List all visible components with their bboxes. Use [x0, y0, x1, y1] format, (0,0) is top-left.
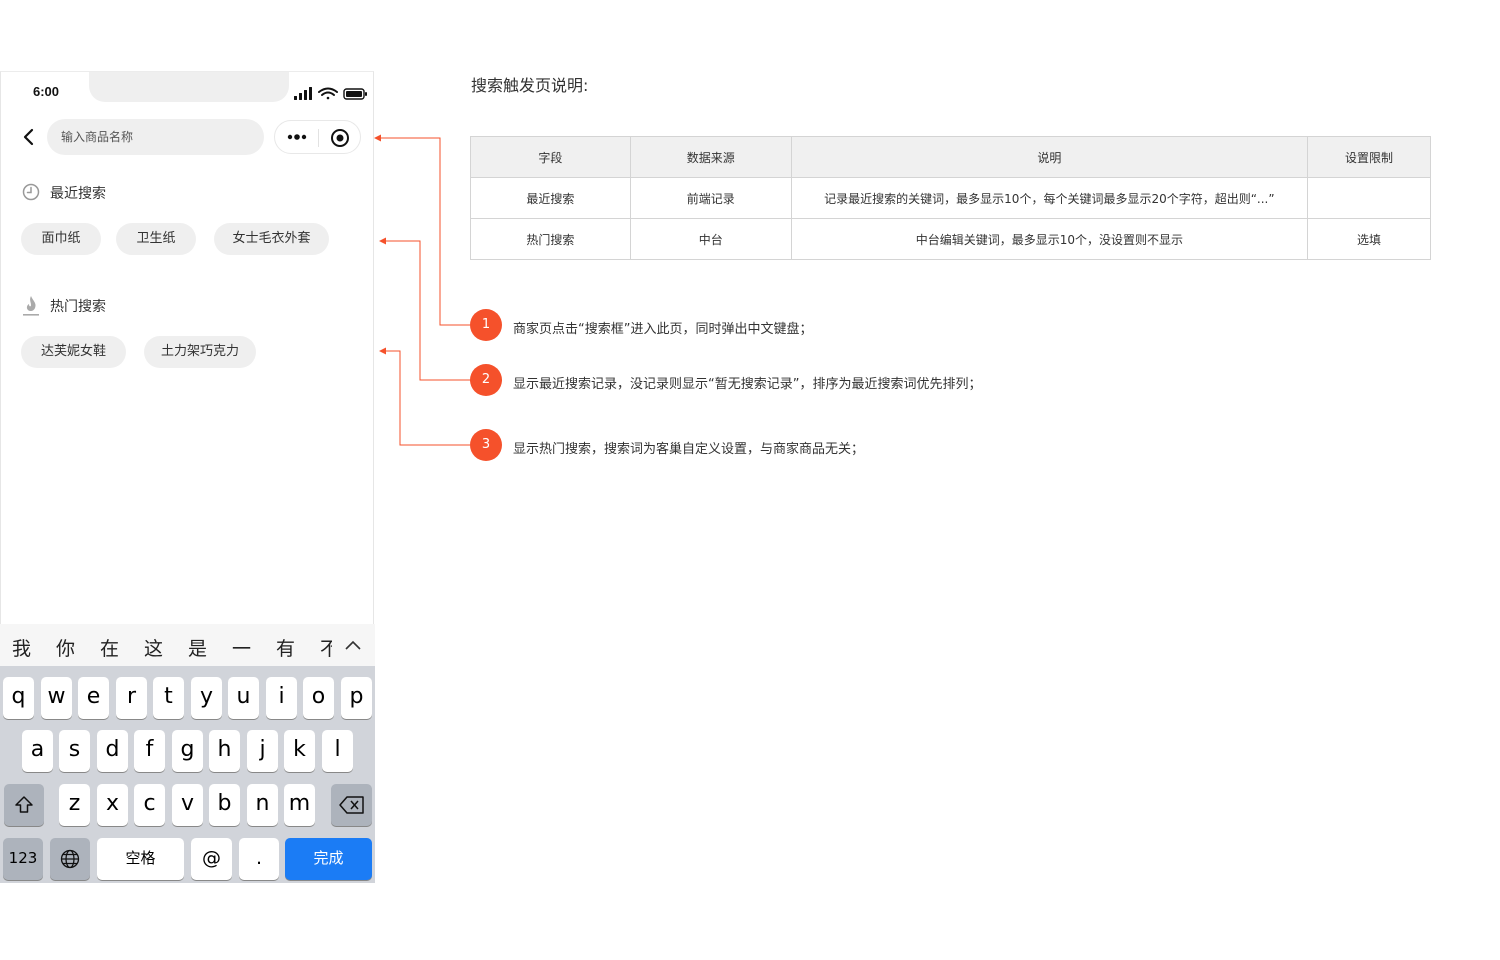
- arrow-head-icon: [374, 134, 381, 142]
- connector-line-2: [385, 240, 470, 381]
- note-text-2: 显示最近搜索记录，没记录则显示“暂无搜索记录”，排序为最近搜索词优先排列；: [513, 377, 982, 392]
- connector-line-1: [380, 137, 470, 326]
- arrow-head-icon: [379, 237, 386, 245]
- annotation-connectors: [374, 134, 470, 446]
- note-text-3: 显示热门搜索，搜索词为客巢自定义设置，与商家商品无关；: [513, 442, 865, 457]
- note-text-1: 商家页点击“搜索框”进入此页，同时弹出中文键盘；: [513, 322, 813, 337]
- note-badge-2: 2: [470, 364, 502, 396]
- note-badge-1: 1: [470, 309, 502, 341]
- arrow-head-icon: [379, 347, 386, 355]
- note-badge-3: 3: [470, 429, 502, 461]
- connector-line-3: [385, 350, 470, 446]
